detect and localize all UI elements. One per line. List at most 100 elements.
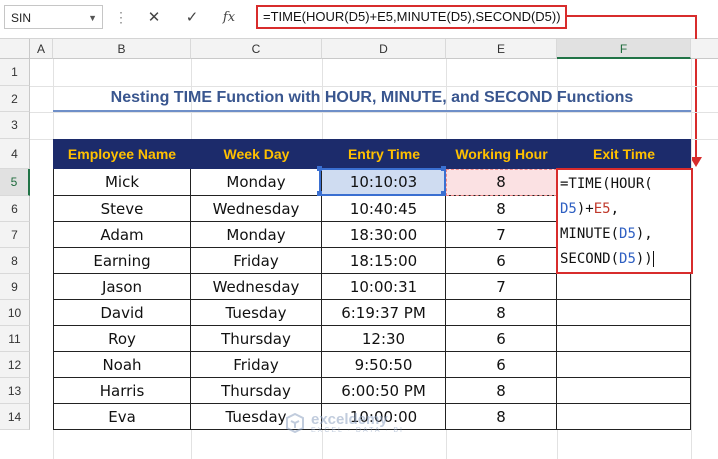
chevron-down-icon[interactable]: ▼ xyxy=(88,6,97,30)
column-header-f[interactable]: F xyxy=(557,39,691,59)
table-cell[interactable]: Earning xyxy=(53,248,191,274)
table-cell[interactable]: 6 xyxy=(446,326,557,352)
table-cell[interactable]: Harris xyxy=(53,378,191,404)
table-cell[interactable]: Mick xyxy=(53,169,191,196)
table-cell[interactable]: 6:19:37 PM xyxy=(322,300,446,326)
column-header-b[interactable]: B xyxy=(53,39,191,59)
table-cell[interactable]: 8 xyxy=(446,378,557,404)
reference-highlight-e5 xyxy=(446,169,557,196)
table-cell[interactable]: 10:40:45 xyxy=(322,196,446,222)
row-header-10[interactable]: 10 xyxy=(0,300,30,326)
table-cell[interactable]: 7 xyxy=(446,222,557,248)
table-cell[interactable]: 18:30:00 xyxy=(322,222,446,248)
exceldemy-logo-icon xyxy=(286,413,304,433)
row-header-6[interactable]: 6 xyxy=(0,196,30,222)
editor-text: ), xyxy=(635,226,653,242)
table-cell[interactable]: Thursday xyxy=(191,378,322,404)
annotation-line xyxy=(566,15,697,17)
table-cell[interactable]: 6 xyxy=(446,352,557,378)
table-cell[interactable]: Friday xyxy=(191,352,322,378)
row-header-1[interactable]: 1 xyxy=(0,59,30,86)
table-cell[interactable]: Roy xyxy=(53,326,191,352)
resize-handle[interactable] xyxy=(441,166,446,171)
cancel-icon[interactable]: ✕ xyxy=(143,6,165,28)
row-header-11[interactable]: 11 xyxy=(0,326,30,352)
editor-line: SECOND(D5)) xyxy=(560,247,691,272)
table-cell[interactable]: 8 xyxy=(446,404,557,430)
row-header-14[interactable]: 14 xyxy=(0,404,30,430)
exit-time-cell[interactable] xyxy=(557,378,691,404)
table-cell[interactable]: Friday xyxy=(191,248,322,274)
exit-time-cell[interactable] xyxy=(557,300,691,326)
exit-time-cell[interactable] xyxy=(557,326,691,352)
exit-time-cell[interactable] xyxy=(557,274,691,300)
cell-editor-f5[interactable]: =TIME(HOUR( D5)+E5, MINUTE(D5), SECOND(D… xyxy=(556,168,693,274)
formula-bar: SIN ▼ ⋮ ✕ ✓ fx =TIME(HOUR(D5)+E5,MINUTE(… xyxy=(0,0,718,39)
row-header-12[interactable]: 12 xyxy=(0,352,30,378)
resize-handle[interactable] xyxy=(441,191,446,196)
insert-function-icon[interactable]: fx xyxy=(218,6,240,28)
column-header-e[interactable]: E xyxy=(446,39,557,59)
table-cell[interactable]: Wednesday xyxy=(191,274,322,300)
select-all-corner[interactable] xyxy=(0,39,30,59)
table-cell[interactable]: 9:50:50 xyxy=(322,352,446,378)
table-cell[interactable]: 10:00:31 xyxy=(322,274,446,300)
table-cell[interactable]: 8 xyxy=(446,196,557,222)
table-cell[interactable]: Noah xyxy=(53,352,191,378)
editor-ref-d5: D5 xyxy=(560,201,577,217)
table-cell[interactable]: 8 xyxy=(446,300,557,326)
exit-time-cell[interactable] xyxy=(557,404,691,430)
table-cell[interactable]: Thursday xyxy=(191,326,322,352)
row-header-2[interactable]: 2 xyxy=(0,86,30,112)
editor-text: )+ xyxy=(576,201,594,217)
editor-text: SECOND( xyxy=(560,251,620,267)
row-header-4[interactable]: 4 xyxy=(0,139,30,169)
editor-line: =TIME(HOUR( xyxy=(560,172,691,197)
text-caret xyxy=(652,251,654,267)
table-cell[interactable]: Monday xyxy=(191,169,322,196)
editor-line: MINUTE(D5), xyxy=(560,222,691,247)
exit-time-cell[interactable] xyxy=(557,352,691,378)
editor-text: =TIME(HOUR( xyxy=(560,176,653,192)
table-header-week-day: Week Day xyxy=(191,139,322,169)
resize-handle[interactable] xyxy=(317,191,322,196)
column-header-c[interactable]: C xyxy=(191,39,322,59)
table-cell[interactable]: 18:15:00 xyxy=(322,248,446,274)
resize-handle[interactable] xyxy=(317,166,322,171)
watermark-sub: EXCEL · DATA · BI xyxy=(311,427,404,434)
row-header-13[interactable]: 13 xyxy=(0,378,30,404)
table-cell[interactable]: Adam xyxy=(53,222,191,248)
column-header-g[interactable] xyxy=(691,39,718,59)
annotation-line xyxy=(695,15,697,159)
editor-ref-d5: D5 xyxy=(619,251,636,267)
row-header-9[interactable]: 9 xyxy=(0,274,30,300)
editor-text: MINUTE( xyxy=(560,226,620,242)
table-cell[interactable]: Jason xyxy=(53,274,191,300)
editor-text: , xyxy=(610,201,620,217)
name-box[interactable]: SIN ▼ xyxy=(4,5,103,29)
table-cell[interactable]: Tuesday xyxy=(191,300,322,326)
row-header-7[interactable]: 7 xyxy=(0,222,30,248)
table-cell[interactable]: 6:00:50 PM xyxy=(322,378,446,404)
row-header-5[interactable]: 5 xyxy=(0,169,30,196)
enter-icon[interactable]: ✓ xyxy=(181,6,203,28)
table-cell[interactable]: Eva xyxy=(53,404,191,430)
table-cell[interactable]: Steve xyxy=(53,196,191,222)
editor-line: D5)+E5, xyxy=(560,197,691,222)
more-options-icon[interactable]: ⋮ xyxy=(114,9,128,26)
editor-ref-d5: D5 xyxy=(619,226,636,242)
table-cell[interactable]: Wednesday xyxy=(191,196,322,222)
editor-text: )) xyxy=(635,251,653,267)
table-cell[interactable]: 7 xyxy=(446,274,557,300)
table-cell[interactable]: Monday xyxy=(191,222,322,248)
formula-input[interactable]: =TIME(HOUR(D5)+E5,MINUTE(D5),SECOND(D5)) xyxy=(256,5,567,29)
column-header-d[interactable]: D xyxy=(322,39,446,59)
row-header-8[interactable]: 8 xyxy=(0,248,30,274)
gridline xyxy=(30,112,718,113)
table-header-entry-time: Entry Time xyxy=(322,139,446,169)
table-cell[interactable]: David xyxy=(53,300,191,326)
table-cell[interactable]: 6 xyxy=(446,248,557,274)
table-cell[interactable]: 12:30 xyxy=(322,326,446,352)
row-header-3[interactable]: 3 xyxy=(0,112,30,139)
column-header-a[interactable]: A xyxy=(30,39,53,59)
